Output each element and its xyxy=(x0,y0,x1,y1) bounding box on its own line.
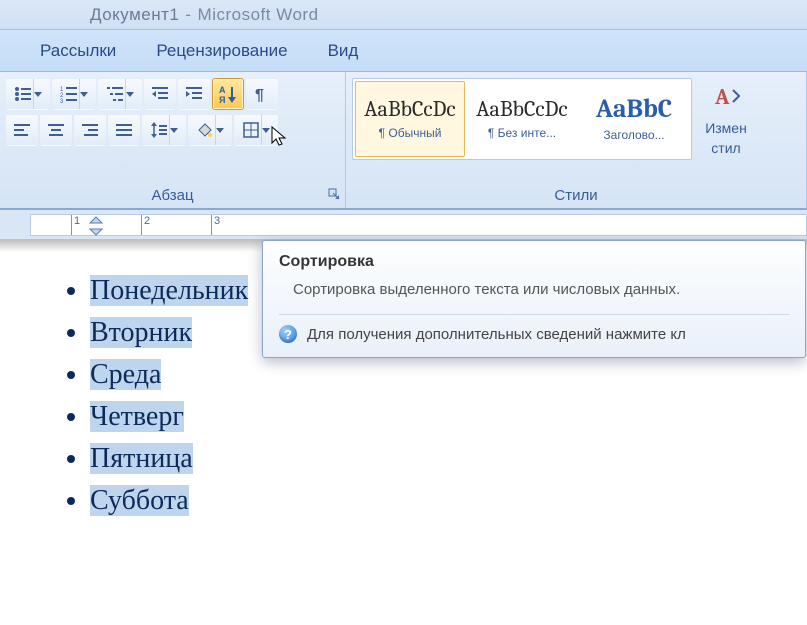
decrease-indent-icon xyxy=(151,85,169,103)
paint-bucket-icon xyxy=(196,121,214,139)
group-label-styles: Стили xyxy=(346,187,806,204)
change-styles-button[interactable]: A Измен стил xyxy=(696,78,756,156)
svg-text:A: A xyxy=(714,84,730,110)
help-icon: ? xyxy=(279,325,297,343)
style-caption: ¶ Без инте... xyxy=(472,126,572,140)
align-left-button[interactable] xyxy=(6,114,38,146)
group-styles: AaBbCcDc ¶ Обычный AaBbCcDc ¶ Без инте..… xyxy=(346,72,807,208)
tooltip-description: Сортировка выделенного текста или числов… xyxy=(293,281,789,298)
numbered-list-icon: 1 2 3 xyxy=(60,85,78,103)
paragraph-dialog-launcher[interactable] xyxy=(327,188,341,202)
style-preview: AaBbC xyxy=(584,96,684,122)
ribbon-tabs: Рассылки Рецензирование Вид xyxy=(0,30,807,72)
list-item[interactable]: Среда xyxy=(90,354,767,396)
group-label-paragraph: Абзац xyxy=(0,187,345,204)
tab-review[interactable]: Рецензирование xyxy=(156,41,287,61)
show-hide-marks-button[interactable]: ¶ xyxy=(246,78,278,110)
app-name: Microsoft Word xyxy=(198,5,319,25)
ruler-tick: 1 xyxy=(71,215,80,235)
ruler-tick: 2 xyxy=(141,215,150,235)
style-caption: Заголово... xyxy=(584,128,684,142)
bullets-button[interactable] xyxy=(6,78,50,110)
shading-button[interactable] xyxy=(188,114,232,146)
style-preview: AaBbCcDc xyxy=(472,98,572,120)
increase-indent-button[interactable] xyxy=(178,78,210,110)
svg-text:A: A xyxy=(219,85,226,95)
align-right-button[interactable] xyxy=(74,114,106,146)
increase-indent-icon xyxy=(185,85,203,103)
tab-mailings[interactable]: Рассылки xyxy=(40,41,116,61)
multilevel-list-button[interactable] xyxy=(98,78,142,110)
style-item-normal[interactable]: AaBbCcDc ¶ Обычный xyxy=(355,81,465,157)
change-styles-label-2: стил xyxy=(711,140,740,156)
tooltip-help-text: Для получения дополнительных сведений на… xyxy=(307,326,686,343)
indent-marker-icon[interactable] xyxy=(89,215,103,237)
align-justify-button[interactable] xyxy=(108,114,140,146)
style-item-heading[interactable]: AaBbC Заголово... xyxy=(579,81,689,157)
sort-button[interactable]: A Я xyxy=(212,78,244,110)
align-left-icon xyxy=(13,121,31,139)
style-item-no-spacing[interactable]: AaBbCcDc ¶ Без инте... xyxy=(467,81,577,157)
title-sep: - xyxy=(185,5,191,25)
tab-view[interactable]: Вид xyxy=(328,41,359,61)
sort-icon: A Я xyxy=(218,84,238,104)
title-bar: Документ1 - Microsoft Word xyxy=(0,0,807,30)
svg-text:¶: ¶ xyxy=(255,87,264,103)
svg-text:Я: Я xyxy=(219,95,225,104)
ruler-container: 1 2 3 xyxy=(0,210,807,240)
list-item[interactable]: Четверг xyxy=(90,396,767,438)
numbering-button[interactable]: 1 2 3 xyxy=(52,78,96,110)
align-right-icon xyxy=(81,121,99,139)
line-spacing-button[interactable] xyxy=(142,114,186,146)
align-justify-icon xyxy=(115,121,133,139)
borders-icon xyxy=(242,121,260,139)
document-name: Документ1 xyxy=(90,5,179,25)
multilevel-list-icon xyxy=(106,85,124,103)
group-paragraph: 1 2 3 xyxy=(0,72,346,208)
list-item[interactable]: Суббота xyxy=(90,480,767,522)
ruler[interactable]: 1 2 3 xyxy=(30,214,807,236)
list-item[interactable]: Пятница xyxy=(90,438,767,480)
ruler-tick: 3 xyxy=(211,215,220,235)
borders-button[interactable] xyxy=(234,114,278,146)
change-styles-icon: A xyxy=(709,82,743,116)
bullet-list-icon xyxy=(14,85,32,103)
decrease-indent-button[interactable] xyxy=(144,78,176,110)
ribbon: 1 2 3 xyxy=(0,72,807,210)
sort-tooltip: Сортировка Сортировка выделенного текста… xyxy=(262,240,806,358)
align-center-icon xyxy=(47,121,65,139)
align-center-button[interactable] xyxy=(40,114,72,146)
dialog-launcher-icon xyxy=(328,188,340,200)
svg-text:3: 3 xyxy=(60,99,64,103)
tooltip-title: Сортировка xyxy=(279,253,789,271)
styles-gallery[interactable]: AaBbCcDc ¶ Обычный AaBbCcDc ¶ Без инте..… xyxy=(352,78,692,160)
line-spacing-icon xyxy=(150,121,168,139)
style-caption: ¶ Обычный xyxy=(360,126,460,140)
change-styles-label-1: Измен xyxy=(705,120,747,136)
style-preview: AaBbCcDc xyxy=(360,98,460,120)
tooltip-help-row: ? Для получения дополнительных сведений … xyxy=(279,314,789,343)
pilcrow-icon: ¶ xyxy=(253,85,271,103)
